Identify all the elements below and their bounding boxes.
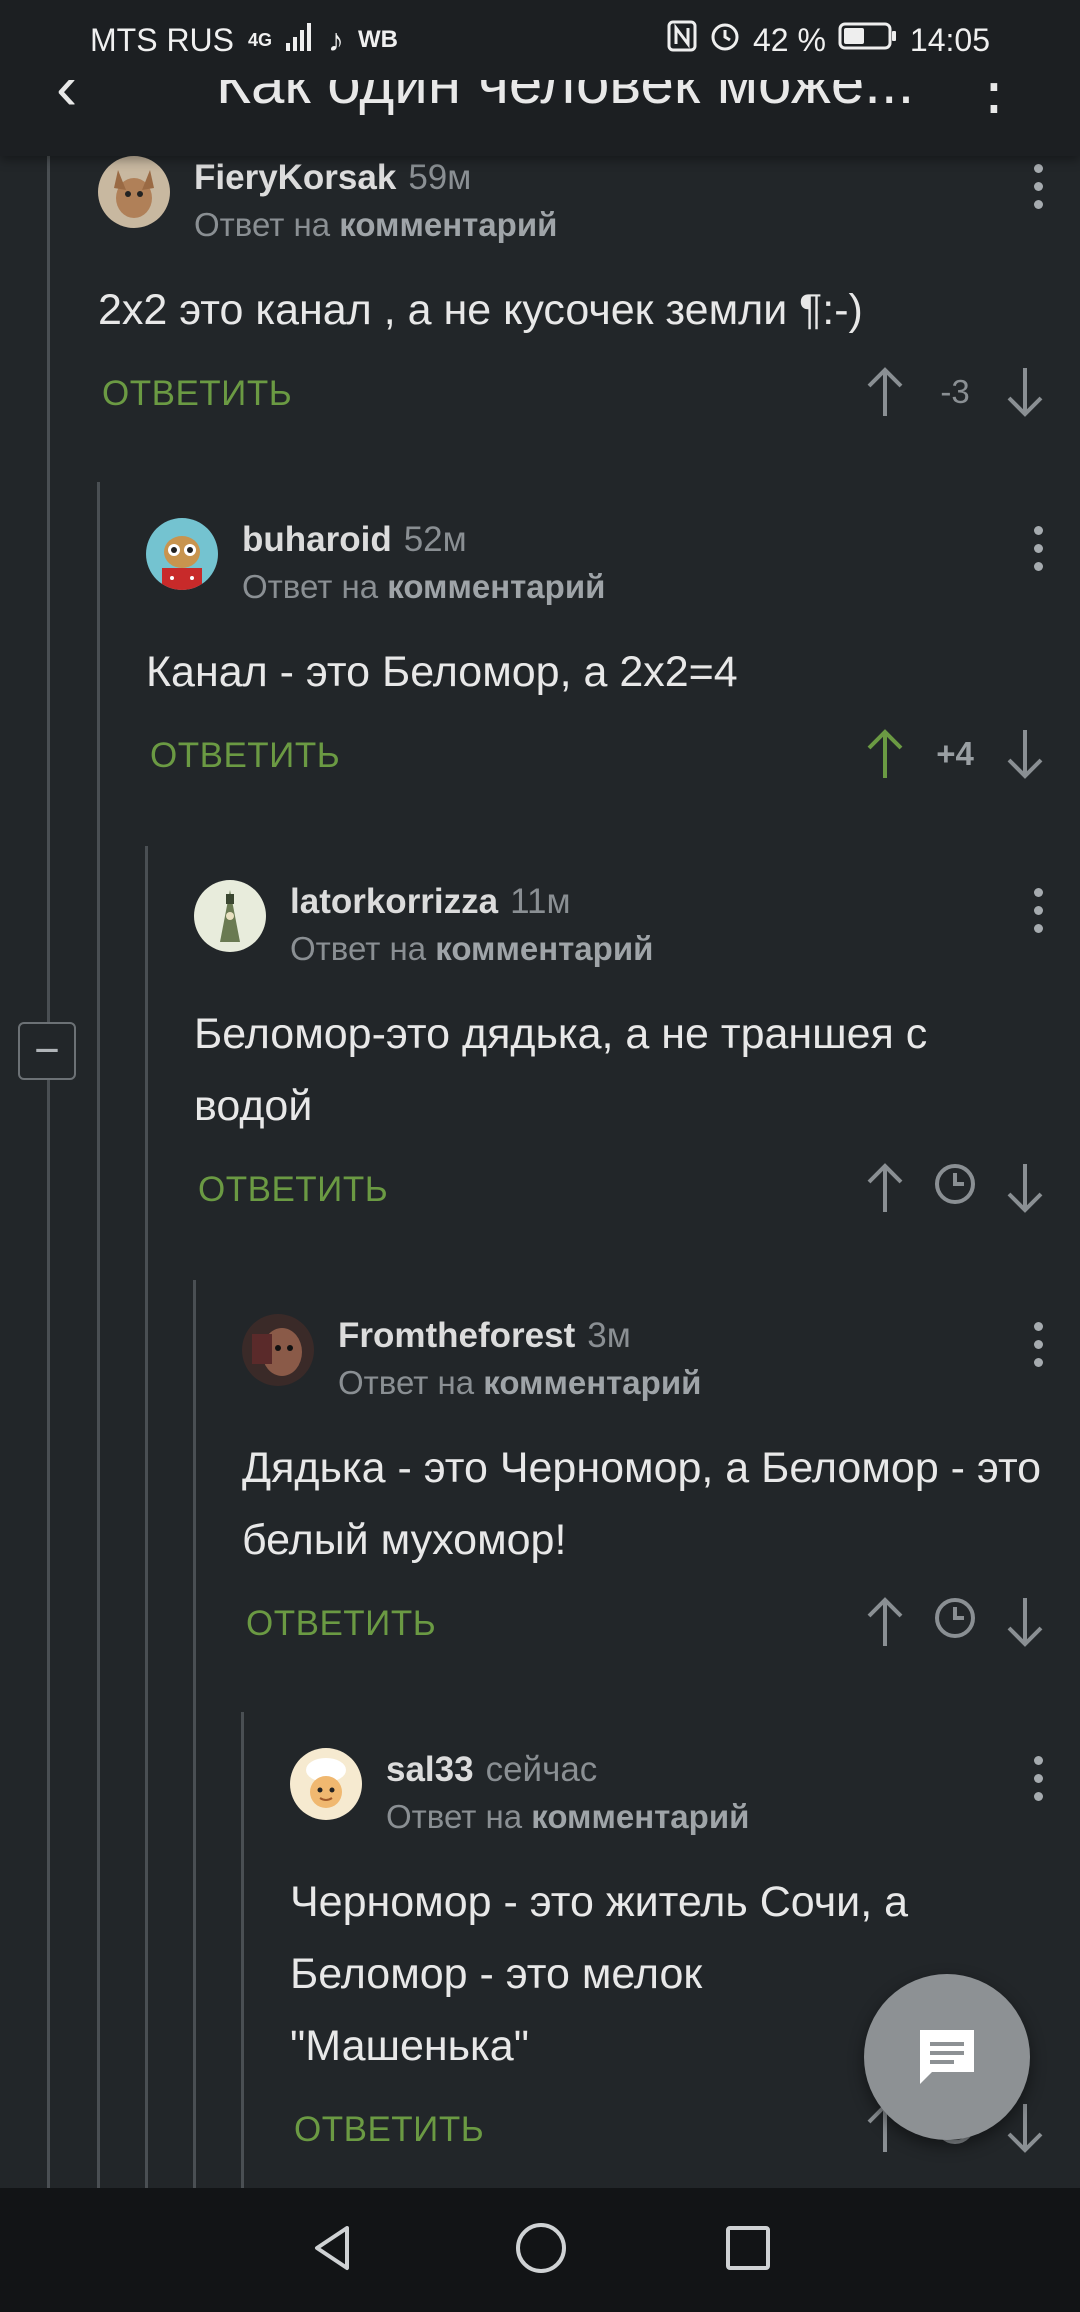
upvote-arrow-icon[interactable]: [860, 362, 910, 422]
reply-to: Ответ на комментарий: [338, 1364, 702, 1401]
comment-author[interactable]: buharoid 52м: [242, 520, 467, 560]
comment-menu-icon[interactable]: [1026, 888, 1050, 948]
comment-author[interactable]: Fromtheforest 3м: [338, 1316, 631, 1356]
avatar[interactable]: [98, 156, 170, 228]
comment-text: Дядька - это Черномор, а Беломор - это б…: [242, 1444, 1042, 1564]
thread-line-2: [97, 482, 100, 2188]
comment-time: 59м: [408, 158, 472, 197]
collapse-thread-button[interactable]: −: [18, 1022, 76, 1080]
upvote-arrow-icon[interactable]: [860, 1158, 910, 1218]
nfc-icon: [667, 20, 697, 60]
reply-button[interactable]: ОТВЕТИТЬ: [102, 374, 292, 414]
comment-author[interactable]: FieryKorsak 59м: [194, 158, 471, 198]
alarm-icon: [709, 20, 741, 60]
status-bar: MTS RUS 4G ♪ WB 42 % 14:05: [0, 0, 1080, 80]
downvote-arrow-icon[interactable]: [1000, 1158, 1050, 1218]
comment: Fromtheforest 3м Ответ на комментарий Дяд…: [242, 1314, 1050, 1670]
signal-icon: [286, 21, 314, 59]
reply-to: Ответ на комментарий: [386, 1798, 750, 1835]
avatar[interactable]: [194, 880, 266, 952]
comment-time: 11м: [510, 882, 571, 921]
score-pending-clock-icon: [910, 1162, 1000, 1214]
downvote-arrow-icon[interactable]: [1000, 724, 1050, 784]
battery-percent: 42 %: [752, 21, 826, 58]
carrier-label: MTS RUS: [90, 21, 234, 58]
comment-time: сейчас: [485, 1750, 598, 1789]
comment-menu-icon[interactable]: [1026, 526, 1050, 586]
comment-score: -3: [940, 373, 970, 410]
battery-icon: [838, 21, 898, 59]
nav-back-icon[interactable]: [307, 2222, 359, 2279]
chat-icon: [920, 2030, 974, 2084]
comment-time: 3м: [587, 1316, 631, 1355]
reply-button[interactable]: ОТВЕТИТЬ: [198, 1170, 388, 1210]
comment-menu-icon[interactable]: [1026, 1756, 1050, 1816]
reply-to-link[interactable]: комментарий: [339, 206, 557, 243]
score-pending-clock-icon: [910, 1596, 1000, 1648]
comment-text: Черномор - это житель Сочи, а Беломор - …: [290, 1878, 908, 2070]
comment-menu-icon[interactable]: [1026, 1322, 1050, 1382]
reply-button[interactable]: ОТВЕТИТЬ: [246, 1604, 436, 1644]
clock: 14:05: [909, 21, 990, 58]
reply-button[interactable]: ОТВЕТИТЬ: [294, 2110, 484, 2150]
comment-author[interactable]: latorkorrizza 11м: [290, 882, 571, 922]
comment: FieryKorsak 59м Ответ на комментарий 2х2 …: [98, 156, 1050, 440]
thread-line-3: [145, 846, 148, 2188]
reply-to: Ответ на комментарий: [242, 568, 606, 605]
wb-label: WB: [358, 26, 398, 53]
reply-button[interactable]: ОТВЕТИТЬ: [150, 736, 340, 776]
comment-text: 2х2 это канал , а не кусочек земли ¶:-): [98, 286, 863, 334]
thread-line-1: [47, 156, 50, 2188]
avatar[interactable]: [242, 1314, 314, 1386]
comment-author[interactable]: sal33 сейчас: [386, 1750, 597, 1790]
thread-line-4: [193, 1280, 196, 2188]
comment-text: Беломор-это дядька, а не траншея с водой: [194, 1010, 928, 1130]
comment: latorkorrizza 11м Ответ на комментарий Бе…: [194, 880, 1050, 1236]
reply-to-link[interactable]: комментарий: [531, 1798, 749, 1835]
avatar[interactable]: [290, 1748, 362, 1820]
upvote-arrow-icon[interactable]: [860, 724, 910, 784]
reply-to-link[interactable]: комментарий: [483, 1364, 701, 1401]
reply-to-link[interactable]: комментарий: [435, 930, 653, 967]
comment-text: Канал - это Беломор, а 2х2=4: [146, 648, 738, 696]
reply-to-link[interactable]: комментарий: [387, 568, 605, 605]
comment-menu-icon[interactable]: [1026, 164, 1050, 224]
comment-time: 52м: [403, 520, 467, 559]
comment-score: +4: [936, 735, 974, 772]
reply-to: Ответ на комментарий: [194, 206, 558, 243]
tiktok-icon: ♪: [328, 21, 345, 58]
thread-line-5: [241, 1712, 244, 2188]
nav-home-icon[interactable]: [513, 2220, 569, 2281]
write-comment-button[interactable]: [864, 1974, 1030, 2140]
upvote-arrow-icon[interactable]: [860, 1592, 910, 1652]
downvote-arrow-icon[interactable]: [1000, 1592, 1050, 1652]
network-type: 4G: [248, 29, 273, 50]
comment: buharoid 52м Ответ на комментарий Канал -…: [146, 518, 1050, 802]
nav-recents-icon[interactable]: [723, 2223, 773, 2278]
system-nav-bar: [0, 2188, 1080, 2312]
avatar[interactable]: [146, 518, 218, 590]
downvote-arrow-icon[interactable]: [1000, 362, 1050, 422]
reply-to: Ответ на комментарий: [290, 930, 654, 967]
